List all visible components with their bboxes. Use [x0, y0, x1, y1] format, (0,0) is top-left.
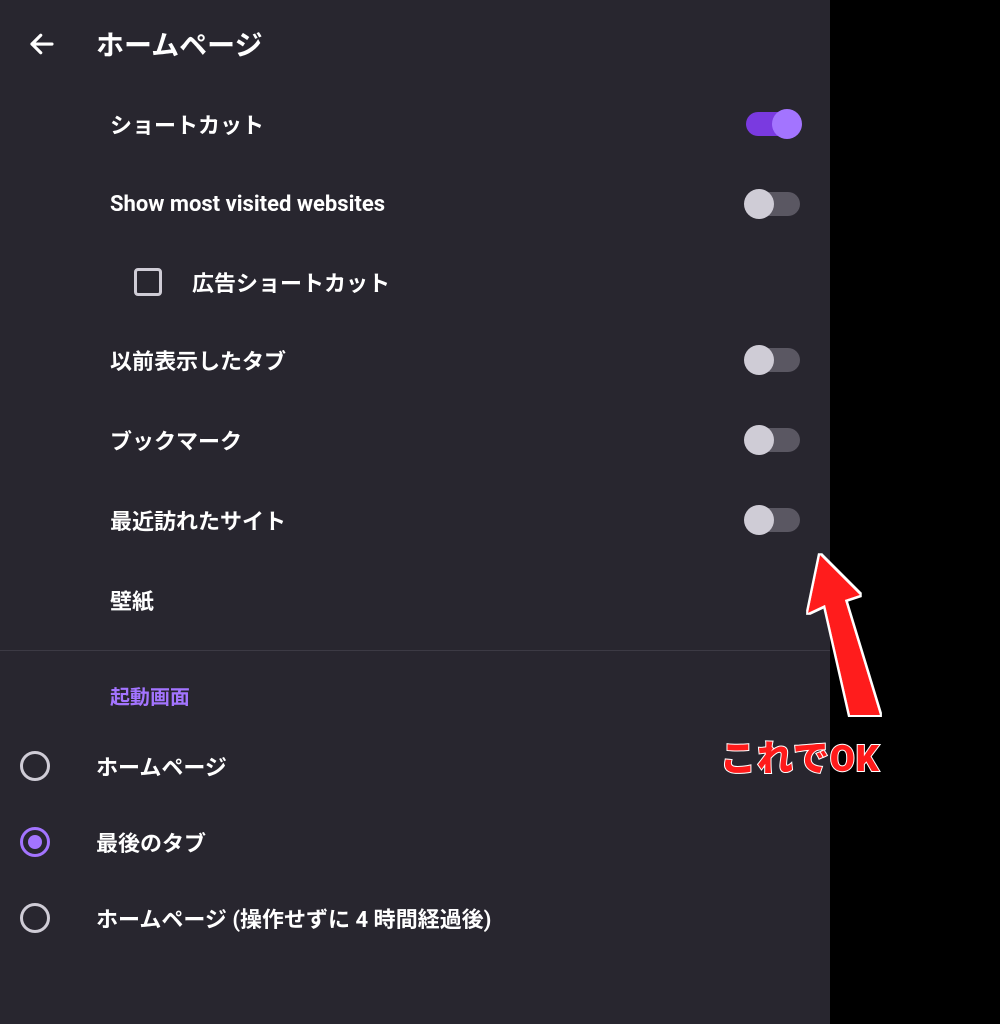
radio-button[interactable]: [20, 903, 50, 933]
toggle-knob: [744, 189, 774, 219]
setting-most-visited: Show most visited websites: [0, 164, 830, 244]
setting-label: 以前表示したタブ: [110, 344, 286, 376]
checkbox-label: 広告ショートカット: [192, 266, 390, 298]
setting-prev-tabs: 以前表示したタブ: [0, 320, 830, 400]
setting-shortcuts: ショートカット: [0, 84, 830, 164]
checkbox-ad-shortcut[interactable]: [134, 268, 162, 296]
setting-ad-shortcut[interactable]: 広告ショートカット: [0, 244, 830, 320]
settings-panel: ホームページ ショートカット Show most visited website…: [0, 0, 830, 1024]
setting-label: Show most visited websites: [110, 192, 385, 217]
toggle-most-visited[interactable]: [746, 192, 800, 216]
toggle-prev-tabs[interactable]: [746, 348, 800, 372]
setting-label: 壁紙: [110, 584, 154, 616]
page-title: ホームページ: [96, 24, 263, 64]
header: ホームページ: [0, 0, 830, 84]
toggle-knob: [744, 425, 774, 455]
toggle-knob: [772, 109, 802, 139]
setting-label: ブックマーク: [110, 424, 242, 456]
radio-label: ホームページ: [96, 750, 227, 782]
setting-bookmarks: ブックマーク: [0, 400, 830, 480]
setting-label: 最近訪れたサイト: [110, 504, 286, 536]
radio-label: ホームページ (操作せずに 4 時間経過後): [96, 902, 491, 934]
radio-option-homepage[interactable]: ホームページ: [0, 728, 830, 804]
toggle-knob: [744, 505, 774, 535]
radio-label: 最後のタブ: [96, 826, 206, 858]
arrow-left-icon: [27, 29, 57, 59]
radio-option-homepage-after-4h[interactable]: ホームページ (操作せずに 4 時間経過後): [0, 880, 830, 956]
setting-recent-sites: 最近訪れたサイト: [0, 480, 830, 560]
radio-option-last-tab[interactable]: 最後のタブ: [0, 804, 830, 880]
back-button[interactable]: [24, 26, 60, 62]
radio-button[interactable]: [20, 751, 50, 781]
toggle-shortcuts[interactable]: [746, 112, 800, 136]
toggle-recent-sites[interactable]: [746, 508, 800, 532]
toggle-bookmarks[interactable]: [746, 428, 800, 452]
section-startup: 起動画面: [0, 651, 830, 728]
setting-wallpaper[interactable]: 壁紙: [0, 560, 830, 640]
toggle-knob: [744, 345, 774, 375]
setting-label: ショートカット: [110, 108, 264, 140]
radio-button[interactable]: [20, 827, 50, 857]
